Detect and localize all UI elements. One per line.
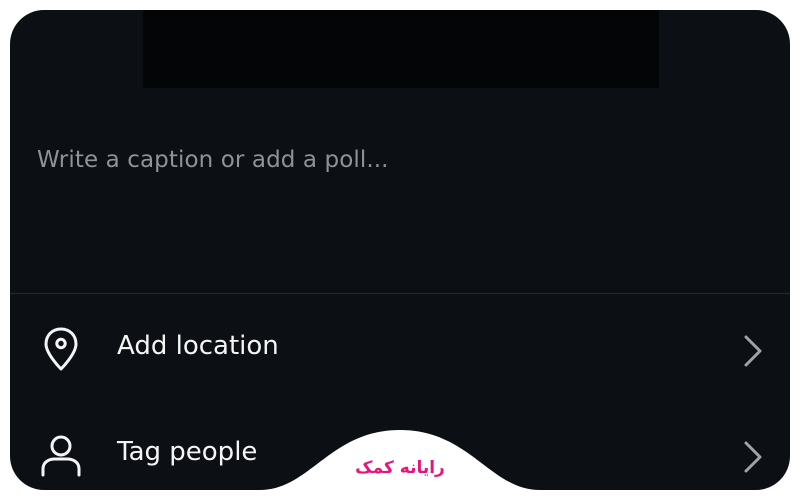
add-location-label: Add location [117,331,279,361]
chevron-right-icon [744,335,762,367]
divider [10,293,790,294]
location-pin-icon [44,327,78,371]
post-composer-screen: Write a caption or add a poll... Add loc… [10,10,790,490]
media-preview [143,10,659,88]
watermark-logo-text: رایانه کمک [355,458,445,478]
add-location-row[interactable]: Add location [10,314,790,384]
caption-input[interactable]: Write a caption or add a poll... [37,147,389,173]
